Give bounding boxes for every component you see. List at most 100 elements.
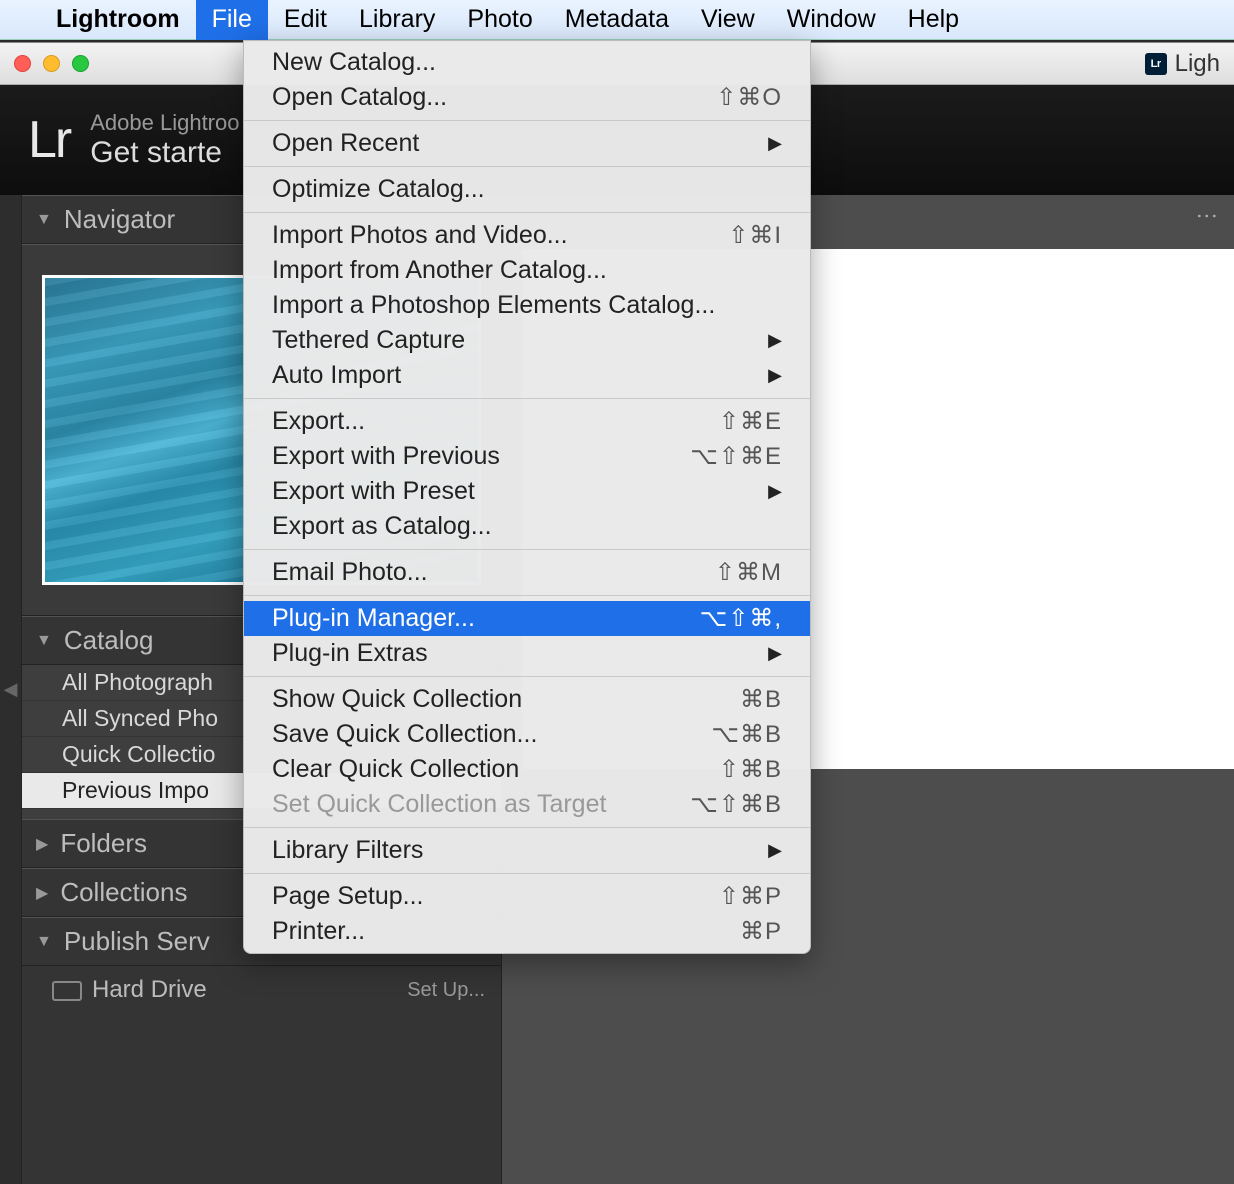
menu-separator bbox=[244, 398, 810, 399]
menu-item-label: Export with Preset bbox=[272, 477, 475, 506]
zoom-button[interactable] bbox=[72, 55, 89, 72]
menu-item-shortcut: ⇧⌘M bbox=[715, 558, 782, 587]
menu-item-shortcut: ⌘P bbox=[740, 917, 782, 946]
menu-item-label: Import Photos and Video... bbox=[272, 221, 568, 250]
file-menu-dropdown: New Catalog... Open Catalog... ⇧⌘O Open Rec… bbox=[243, 40, 811, 954]
chevron-down-icon: ▼ bbox=[36, 211, 52, 229]
menu-separator bbox=[244, 676, 810, 677]
header-line1: Adobe Lightroo bbox=[90, 110, 239, 136]
menu-item-label: Library Filters bbox=[272, 836, 423, 865]
menu-item[interactable]: Tethered Capture ▶ bbox=[244, 323, 810, 358]
menu-item[interactable]: Open Catalog... ⇧⌘O bbox=[244, 80, 810, 115]
menu-item-label: Set Quick Collection as Target bbox=[272, 790, 606, 819]
menu-separator bbox=[244, 873, 810, 874]
chevron-right-icon: ▶ bbox=[768, 643, 782, 664]
menu-item[interactable]: Clear Quick Collection ⇧⌘B bbox=[244, 752, 810, 787]
left-edge-handle[interactable]: ◀ bbox=[0, 195, 22, 1184]
menubar-item-help[interactable]: Help bbox=[892, 0, 975, 40]
titlebar-text: Ligh bbox=[1175, 50, 1220, 78]
menu-item-shortcut: ⌥⇧⌘, bbox=[700, 604, 782, 633]
menu-item[interactable]: Open Recent▶ bbox=[244, 126, 810, 161]
menu-item-shortcut: ⌥⌘B bbox=[711, 720, 782, 749]
menubar-item-metadata[interactable]: Metadata bbox=[549, 0, 685, 40]
menu-item-shortcut: ⇧⌘P bbox=[719, 882, 782, 911]
menu-item[interactable]: Export with Preset ▶ bbox=[244, 474, 810, 509]
chevron-right-icon: ▶ bbox=[768, 840, 782, 861]
menubar-item-view[interactable]: View bbox=[685, 0, 771, 40]
menu-item-label: Page Setup... bbox=[272, 882, 424, 911]
menubar-appname[interactable]: Lightroom bbox=[40, 0, 196, 40]
menu-item-label: Open Catalog... bbox=[272, 83, 447, 112]
traffic-lights bbox=[14, 55, 89, 72]
menu-separator bbox=[244, 166, 810, 167]
menu-item[interactable]: Export with Previous ⌥⇧⌘E bbox=[244, 439, 810, 474]
menu-item[interactable]: Export... ⇧⌘E bbox=[244, 404, 810, 439]
menu-item[interactable]: Auto Import ▶ bbox=[244, 358, 810, 393]
menu-item-label: Plug-in Manager... bbox=[272, 604, 475, 633]
minimize-button[interactable] bbox=[43, 55, 60, 72]
menu-item-label: Tethered Capture bbox=[272, 326, 465, 355]
menu-item-label: Export... bbox=[272, 407, 365, 436]
menubar-item-window[interactable]: Window bbox=[771, 0, 892, 40]
chevron-right-icon: ▶ bbox=[36, 834, 48, 854]
menu-item[interactable]: Plug-in Manager... ⌥⇧⌘, bbox=[244, 601, 810, 636]
menubar-item-photo[interactable]: Photo bbox=[451, 0, 548, 40]
close-button[interactable] bbox=[14, 55, 31, 72]
menu-item-label: Export as Catalog... bbox=[272, 512, 492, 541]
hard-drive-icon bbox=[52, 981, 82, 1001]
menu-item[interactable]: Export as Catalog... bbox=[244, 509, 810, 544]
chevron-right-icon: ▶ bbox=[36, 883, 48, 903]
menu-item[interactable]: New Catalog... bbox=[244, 45, 810, 80]
menu-item-label: Plug-in Extras bbox=[272, 639, 428, 668]
publish-setup-link[interactable]: Set Up... bbox=[407, 979, 485, 1002]
menu-item-shortcut: ⇧⌘E bbox=[719, 407, 782, 436]
collections-title: Collections bbox=[60, 877, 187, 908]
menu-item-label: New Catalog... bbox=[272, 48, 436, 77]
menubar-item-library[interactable]: Library bbox=[343, 0, 451, 40]
menu-item-shortcut: ⌥⇧⌘E bbox=[690, 442, 782, 471]
menu-item[interactable]: Email Photo... ⇧⌘M bbox=[244, 555, 810, 590]
menu-item[interactable]: Save Quick Collection... ⌥⌘B bbox=[244, 717, 810, 752]
header-line2: Get starte bbox=[90, 136, 239, 170]
titlebar-right: Lr Ligh bbox=[1145, 50, 1220, 78]
menu-item: Set Quick Collection as Target ⌥⇧⌘B bbox=[244, 787, 810, 822]
menu-item[interactable]: Optimize Catalog... bbox=[244, 172, 810, 207]
menu-item-label: Import from Another Catalog... bbox=[272, 256, 607, 285]
menu-item[interactable]: Import a Photoshop Elements Catalog... bbox=[244, 288, 810, 323]
menu-item-shortcut: ⌥⇧⌘B bbox=[690, 790, 782, 819]
menu-item[interactable]: Printer... ⌘P bbox=[244, 914, 810, 949]
chevron-right-icon: ▶ bbox=[768, 133, 782, 154]
lightroom-logo: Lr bbox=[28, 110, 70, 170]
chevron-right-icon: ▶ bbox=[768, 481, 782, 502]
lightroom-catalog-icon: Lr bbox=[1145, 53, 1167, 75]
menu-item[interactable]: Library Filters ▶ bbox=[244, 833, 810, 868]
menu-separator bbox=[244, 827, 810, 828]
menu-separator bbox=[244, 120, 810, 121]
menu-item[interactable]: Page Setup... ⇧⌘P bbox=[244, 879, 810, 914]
menu-item-label: Clear Quick Collection bbox=[272, 755, 519, 784]
menu-item[interactable]: Show Quick Collection⌘B bbox=[244, 682, 810, 717]
kebab-icon[interactable]: ⋮ bbox=[1194, 205, 1220, 229]
menubar-item-edit[interactable]: Edit bbox=[268, 0, 343, 40]
publish-service-row[interactable]: Hard Drive Set Up... bbox=[22, 966, 501, 1014]
catalog-title: Catalog bbox=[64, 625, 154, 656]
chevron-right-icon: ▶ bbox=[768, 365, 782, 386]
menubar-item-file[interactable]: File bbox=[196, 0, 268, 40]
menu-item-shortcut: ⇧⌘B bbox=[719, 755, 782, 784]
menu-item[interactable]: Import from Another Catalog... bbox=[244, 253, 810, 288]
chevron-right-icon: ▶ bbox=[768, 330, 782, 351]
menu-item-label: Export with Previous bbox=[272, 442, 500, 471]
chevron-down-icon: ▼ bbox=[36, 632, 52, 650]
menu-item-label: Import a Photoshop Elements Catalog... bbox=[272, 291, 715, 320]
menu-item-label: Auto Import bbox=[272, 361, 401, 390]
menu-item-label: Printer... bbox=[272, 917, 365, 946]
menu-item[interactable]: Import Photos and Video...⇧⌘I bbox=[244, 218, 810, 253]
menu-item-label: Save Quick Collection... bbox=[272, 720, 537, 749]
menu-separator bbox=[244, 595, 810, 596]
menu-item[interactable]: Plug-in Extras ▶ bbox=[244, 636, 810, 671]
menu-item-label: Email Photo... bbox=[272, 558, 428, 587]
menu-item-shortcut: ⇧⌘O bbox=[716, 83, 782, 112]
menu-separator bbox=[244, 549, 810, 550]
menu-separator bbox=[244, 212, 810, 213]
menu-item-label: Show Quick Collection bbox=[272, 685, 522, 714]
